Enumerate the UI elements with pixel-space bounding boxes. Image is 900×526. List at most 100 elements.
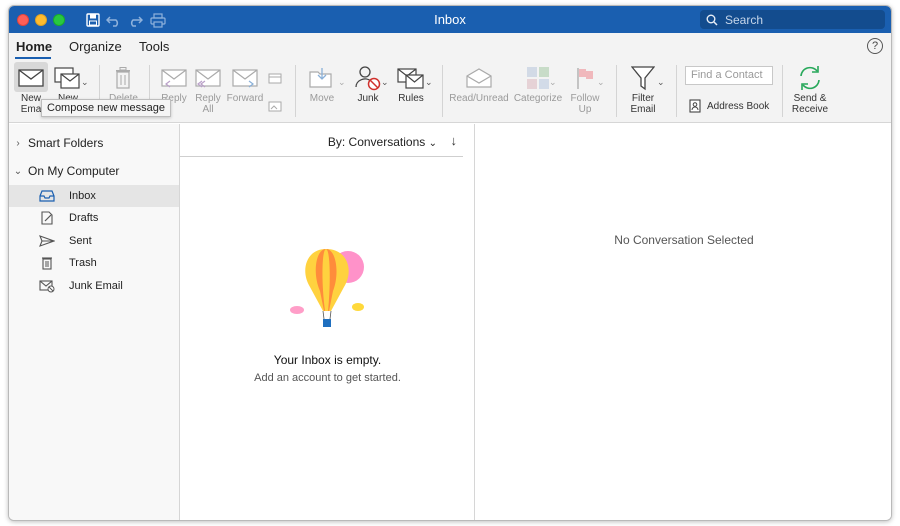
trash-icon bbox=[38, 256, 56, 270]
ribbon-separator bbox=[295, 65, 296, 117]
reply-all-icon bbox=[195, 69, 221, 88]
on-my-computer-label: On My Computer bbox=[28, 164, 120, 178]
junk-label: Junk bbox=[357, 93, 379, 104]
folder-label: Drafts bbox=[69, 212, 99, 224]
address-book-label: Address Book bbox=[707, 100, 770, 112]
compose-tooltip: Compose new message bbox=[41, 99, 172, 117]
ribbon-separator bbox=[616, 65, 617, 117]
follow-up-label-2: Up bbox=[578, 104, 592, 115]
help-icon[interactable]: ? bbox=[867, 38, 883, 54]
open-envelope-icon bbox=[466, 68, 492, 88]
tab-tools[interactable]: Tools bbox=[139, 39, 169, 54]
smart-folders-group[interactable]: › Smart Folders bbox=[9, 132, 179, 154]
chevron-down-icon[interactable]: ⌄ bbox=[549, 77, 557, 88]
filter-email-button[interactable]: Filter Email bbox=[623, 63, 663, 115]
filter-email-label-1: Filter bbox=[631, 93, 655, 104]
flag-icon bbox=[577, 68, 593, 89]
read-unread-label: Read/Unread bbox=[449, 93, 509, 104]
move-folder-icon bbox=[309, 68, 332, 88]
reply-all-label-1: Reply bbox=[195, 93, 221, 104]
sort-direction-icon[interactable]: ↓ bbox=[451, 133, 458, 148]
sidebar-item-inbox[interactable]: Inbox bbox=[9, 185, 179, 207]
read-unread-button[interactable]: Read/Unread bbox=[449, 63, 509, 104]
chevron-down-icon[interactable]: ⌄ bbox=[657, 77, 665, 88]
chevron-down-icon[interactable]: ⌄ bbox=[425, 77, 433, 88]
send-receive-label-1: Send & bbox=[793, 93, 827, 104]
envelope-icon bbox=[18, 69, 44, 87]
sidebar-item-trash[interactable]: Trash bbox=[9, 252, 179, 274]
trash-can-icon bbox=[116, 67, 130, 89]
sidebar-item-sent[interactable]: Sent bbox=[9, 230, 179, 252]
chevron-down-icon[interactable]: ⌄ bbox=[81, 77, 89, 88]
ribbon-separator bbox=[676, 65, 677, 117]
new-items-icon bbox=[54, 67, 80, 89]
chevron-down-icon[interactable]: ⌄ bbox=[9, 166, 27, 177]
chevron-down-icon[interactable]: ⌄ bbox=[597, 77, 605, 88]
send-receive-label-2: Receive bbox=[791, 104, 829, 115]
sidebar-item-junk-email[interactable]: Junk Email bbox=[9, 275, 179, 297]
ribbon-tabs: Home Organize Tools ? bbox=[9, 33, 891, 59]
chevron-down-icon[interactable]: ⌄ bbox=[381, 77, 389, 88]
sort-dropdown[interactable]: By: Conversations ⌄ bbox=[328, 135, 437, 149]
folder-label: Sent bbox=[69, 235, 92, 247]
address-book-button[interactable]: Address Book bbox=[689, 99, 769, 113]
ribbon-separator bbox=[442, 65, 443, 117]
drafts-icon bbox=[38, 211, 56, 225]
junk-icon bbox=[355, 66, 381, 91]
hot-air-balloon-icon bbox=[288, 241, 368, 332]
reply-all-label-2: All bbox=[202, 104, 214, 115]
sent-icon bbox=[38, 235, 56, 247]
filter-email-label-2: Email bbox=[630, 104, 656, 115]
attachment-icon[interactable] bbox=[268, 100, 282, 115]
folder-label: Inbox bbox=[69, 190, 96, 202]
folder-sidebar: › Smart Folders ⌄ On My Computer Inbox D… bbox=[9, 124, 180, 520]
meeting-icon[interactable] bbox=[268, 72, 282, 87]
find-contact-input[interactable]: Find a Contact bbox=[685, 66, 773, 85]
follow-up-button[interactable]: Follow Up bbox=[567, 63, 603, 115]
move-label: Move bbox=[309, 93, 335, 104]
message-list: By: Conversations ⌄ ↓ Your Inbox is empt… bbox=[180, 124, 475, 520]
new-items-button[interactable]: New bbox=[51, 63, 85, 104]
tab-home[interactable]: Home bbox=[16, 39, 52, 54]
search-icon bbox=[706, 14, 718, 26]
tab-organize[interactable]: Organize bbox=[69, 39, 122, 54]
reply-all-button[interactable]: Reply All bbox=[191, 63, 225, 115]
empty-inbox-subtitle: Add an account to get started. bbox=[254, 372, 401, 384]
search-input[interactable]: Search bbox=[700, 10, 885, 29]
sort-label: By: Conversations bbox=[327, 135, 426, 149]
sidebar-item-drafts[interactable]: Drafts bbox=[9, 207, 179, 229]
sort-bar: By: Conversations ⌄ ↓ bbox=[180, 124, 463, 157]
smart-folders-label: Smart Folders bbox=[28, 136, 104, 150]
folder-label: Junk Email bbox=[69, 280, 123, 292]
categorize-label: Categorize bbox=[513, 93, 563, 104]
forward-label: Forward bbox=[226, 93, 264, 104]
ribbon-separator bbox=[782, 65, 783, 117]
empty-inbox-title: Your Inbox is empty. bbox=[273, 353, 382, 367]
chevron-down-icon: ⌄ bbox=[428, 138, 437, 149]
send-receive-button[interactable]: Send & Receive bbox=[789, 63, 831, 115]
follow-up-label-1: Follow bbox=[570, 93, 600, 104]
forward-button[interactable]: Forward bbox=[225, 63, 265, 104]
reply-button[interactable]: Reply bbox=[157, 63, 191, 104]
filter-funnel-icon bbox=[631, 66, 655, 91]
inbox-icon bbox=[38, 190, 56, 202]
sync-icon bbox=[800, 66, 820, 90]
junk-button[interactable]: Junk bbox=[351, 63, 385, 104]
move-button[interactable]: Move bbox=[305, 63, 339, 104]
junk-email-icon bbox=[38, 279, 56, 293]
title-bar: Inbox Search bbox=[9, 6, 891, 33]
on-my-computer-group[interactable]: ⌄ On My Computer bbox=[9, 160, 179, 182]
chevron-right-icon[interactable]: › bbox=[9, 138, 27, 149]
categorize-icon bbox=[527, 67, 549, 89]
reply-icon bbox=[161, 69, 187, 88]
delete-button[interactable]: Delete bbox=[109, 63, 138, 104]
forward-icon bbox=[232, 69, 258, 88]
address-book-icon bbox=[689, 99, 701, 113]
chevron-down-icon[interactable]: ⌄ bbox=[338, 77, 346, 88]
search-placeholder: Search bbox=[725, 12, 764, 27]
folder-label: Trash bbox=[69, 257, 97, 269]
rules-icon bbox=[397, 68, 424, 89]
outlook-window: Inbox Search Home Organize Tools ? New E… bbox=[8, 5, 892, 521]
no-conversation-text: No Conversation Selected bbox=[614, 233, 754, 247]
rules-button[interactable]: Rules bbox=[393, 63, 429, 104]
